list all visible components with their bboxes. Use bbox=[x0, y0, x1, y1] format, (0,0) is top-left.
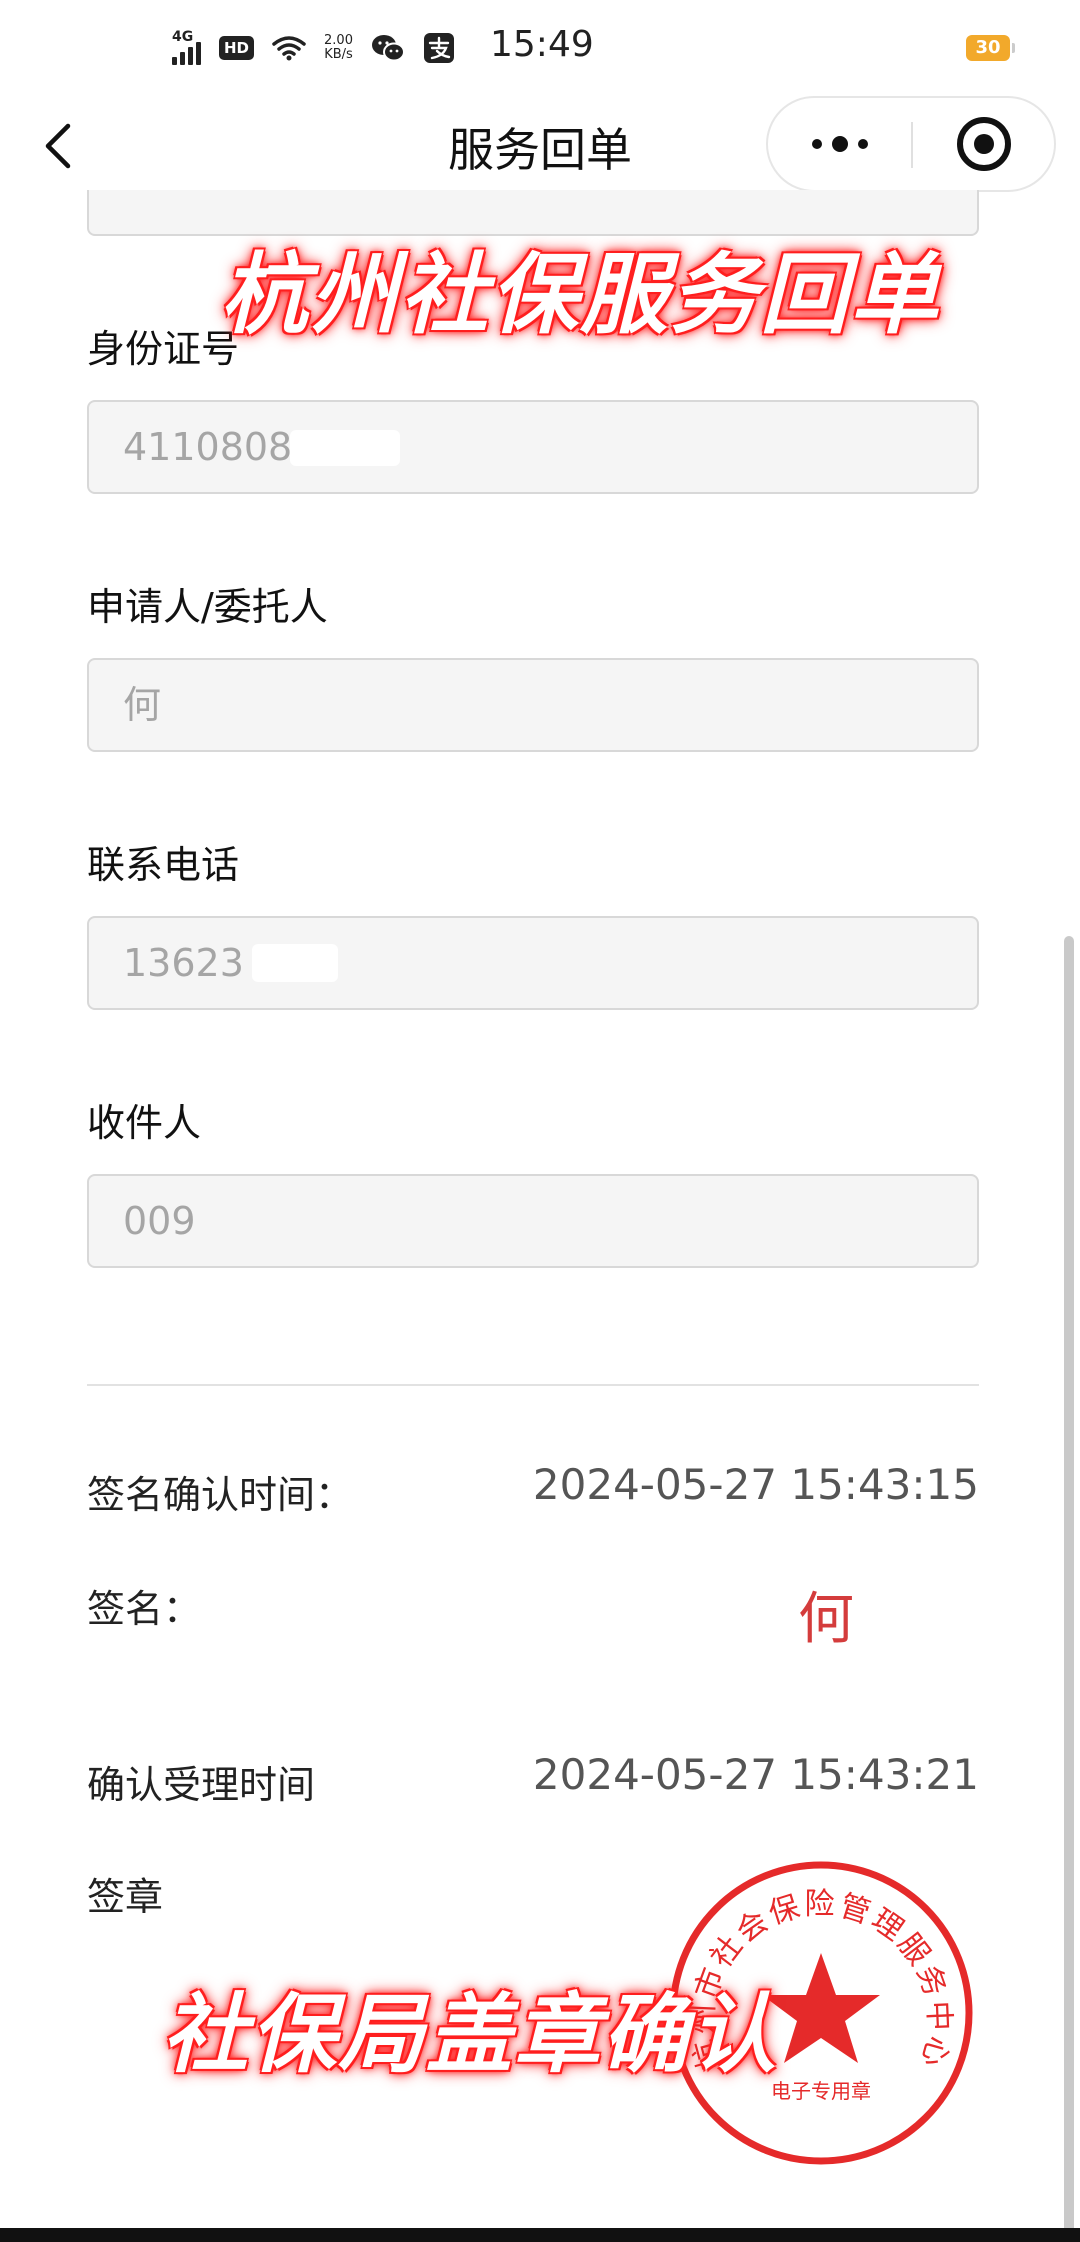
back-button[interactable] bbox=[38, 118, 82, 174]
clock: 15:49 bbox=[490, 24, 594, 65]
network-type: 4G bbox=[172, 29, 194, 45]
seal-label: 签章 bbox=[87, 1875, 164, 1919]
signature-image: 何 bbox=[798, 1587, 854, 1652]
hd-icon: HD bbox=[219, 36, 255, 60]
close-mini-program-button[interactable] bbox=[914, 98, 1054, 190]
cellular-signal-icon: 4G bbox=[172, 29, 201, 65]
alipay-icon bbox=[423, 33, 454, 63]
wechat-icon bbox=[371, 35, 405, 62]
applicant-label: 申请人/委托人 bbox=[87, 585, 328, 629]
scrollbar[interactable] bbox=[1064, 936, 1074, 2242]
chevron-left-icon bbox=[45, 123, 71, 169]
status-icons: 4G HD 2.00 KB/s bbox=[172, 28, 455, 68]
recipient-label: 收件人 bbox=[87, 1101, 202, 1145]
accept-time-value: 2024-05-27 15:43:21 bbox=[532, 1750, 979, 1799]
network-speed: 2.00 KB/s bbox=[324, 33, 353, 62]
section-divider bbox=[87, 1384, 979, 1386]
system-navigation-bar bbox=[0, 2228, 1080, 2242]
sign-confirm-time-value: 2024-05-27 15:43:15 bbox=[532, 1460, 979, 1509]
id-number-label: 身份证号 bbox=[87, 327, 240, 371]
more-button[interactable] bbox=[768, 98, 912, 190]
recipient-input[interactable]: 009 bbox=[87, 1174, 979, 1268]
target-circle-icon bbox=[957, 117, 1011, 171]
id-number-input[interactable]: 4110808 bbox=[87, 400, 979, 494]
accept-time-label: 确认受理时间 bbox=[87, 1763, 316, 1807]
phone-label: 联系电话 bbox=[87, 843, 240, 887]
capsule-divider bbox=[911, 122, 913, 168]
mini-program-capsule bbox=[766, 96, 1056, 192]
signature-label: 签名： bbox=[87, 1587, 202, 1631]
sign-confirm-time-label: 签名确认时间： bbox=[87, 1473, 354, 1517]
phone-input[interactable]: 13623 bbox=[87, 916, 979, 1010]
overlay-caption: 社保局盖章确认 bbox=[162, 1985, 778, 2085]
battery-icon: 30 bbox=[966, 35, 1015, 61]
more-dots-icon bbox=[812, 139, 822, 149]
applicant-input[interactable]: 何 bbox=[87, 658, 979, 752]
svg-text:电子专用章: 电子专用章 bbox=[771, 2079, 871, 2103]
privacy-mask bbox=[252, 944, 338, 982]
overlay-title: 杭州社保服务回单 bbox=[220, 243, 941, 346]
privacy-mask bbox=[290, 430, 400, 466]
wifi-icon bbox=[272, 36, 306, 61]
status-bar: 4G HD 2.00 KB/s 15:49 30 bbox=[0, 0, 1080, 95]
